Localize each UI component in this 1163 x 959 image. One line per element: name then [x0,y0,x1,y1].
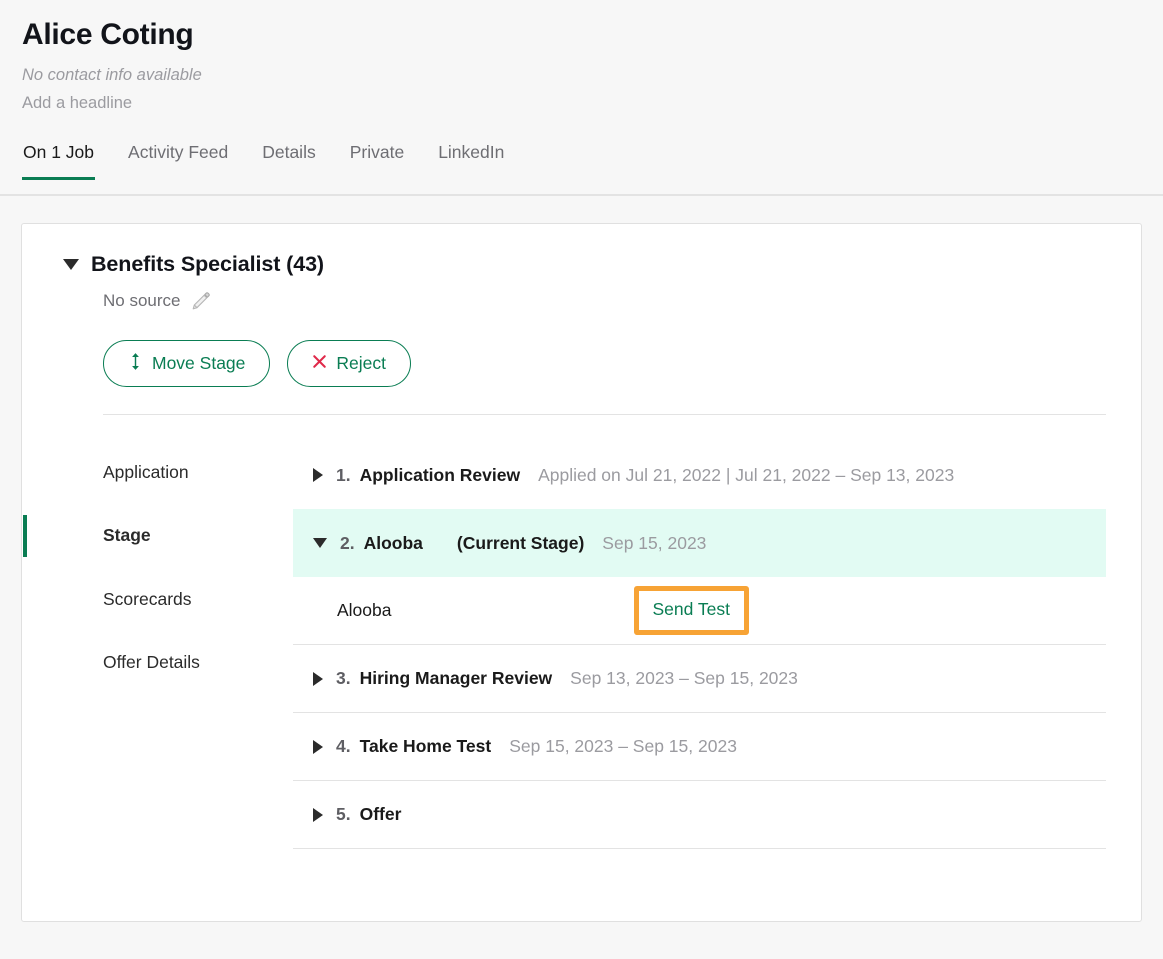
stage-name: Alooba [363,532,423,553]
job-title: Benefits Specialist (43) [91,252,324,276]
job-source-label: No source [103,291,181,310]
close-x-icon [312,353,327,374]
stage-row[interactable]: 3. Hiring Manager Review Sep 13, 2023 – … [293,645,1106,713]
current-stage-badge: (Current Stage) [456,532,585,553]
reject-label: Reject [336,352,386,373]
add-headline-link[interactable]: Add a headline [22,91,1163,116]
move-stage-label: Move Stage [152,352,246,373]
stage-number: 5. [336,804,351,824]
tab-list: On 1 Job Activity Feed Details Private L… [22,142,1163,196]
profile-tabbar: On 1 Job Activity Feed Details Private L… [0,142,1163,196]
caret-down-icon[interactable] [63,259,79,270]
stage-number: 2. [340,532,355,553]
tab-linkedin[interactable]: LinkedIn [437,142,505,180]
pencil-icon[interactable] [190,290,212,312]
caret-right-icon[interactable] [313,807,323,822]
interview-row: Alooba Send Test [293,577,1106,645]
stage-name: Hiring Manager Review [359,668,553,688]
tab-details[interactable]: Details [261,142,317,180]
send-test-highlight: Send Test [633,586,750,635]
caret-right-icon[interactable] [313,468,323,482]
send-test-button[interactable]: Send Test [633,586,750,635]
job-source-row: No source [22,290,1141,312]
move-vertical-arrows-icon [128,352,143,376]
job-title-row: Benefits Specialist (43) [22,252,1141,277]
stage-row[interactable]: 1. Application Review Applied on Jul 21,… [293,441,1106,509]
caret-down-icon[interactable] [313,538,327,548]
sidebar-item-stage[interactable]: Stage [22,512,293,559]
reject-button[interactable]: Reject [287,340,411,387]
sidebar-item-application[interactable]: Application [22,449,293,496]
profile-header: Alice Coting No contact info available A… [0,0,1163,116]
tab-activity-feed[interactable]: Activity Feed [127,142,229,180]
caret-right-icon[interactable] [313,671,323,686]
stage-number: 4. [336,736,351,756]
sidebar-item-scorecards[interactable]: Scorecards [22,576,293,623]
job-card-inner: Benefits Specialist (43) No source Move … [22,224,1141,849]
card-divider [103,414,1106,415]
contact-info-text: No contact info available [22,65,202,84]
stage-number: 3. [336,668,351,688]
sidebar-item-offer-details[interactable]: Offer Details [22,639,293,686]
stage-dates: Sep 15, 2023 – Sep 15, 2023 [509,736,737,756]
stage-dates: Sep 13, 2023 – Sep 15, 2023 [570,668,798,688]
stage-row[interactable]: 5. Offer [293,781,1106,849]
stage-name: Offer [359,804,402,824]
job-action-row: Move Stage Reject [22,340,1141,387]
caret-right-icon[interactable] [313,739,323,754]
interview-name: Alooba [337,600,392,620]
job-card: Benefits Specialist (43) No source Move … [21,223,1142,922]
tab-private[interactable]: Private [349,142,405,180]
stage-name: Take Home Test [359,736,492,756]
stage-number: 1. [336,464,351,485]
stage-dates: Applied on Jul 21, 2022 | Jul 21, 2022 –… [538,464,955,485]
tab-on-1-job[interactable]: On 1 Job [22,142,96,180]
stage-name: Application Review [359,464,521,485]
move-stage-button[interactable]: Move Stage [103,340,271,387]
job-side-nav: Application Stage Scorecards Offer Detai… [22,441,293,849]
stage-dates: Sep 15, 2023 [602,532,707,553]
candidate-name: Alice Coting [22,18,194,51]
job-card-body: Application Stage Scorecards Offer Detai… [22,441,1141,849]
stage-row-current[interactable]: 2. Alooba (Current Stage) Sep 15, 2023 [293,509,1106,577]
stage-row[interactable]: 4. Take Home Test Sep 15, 2023 – Sep 15,… [293,713,1106,781]
stage-list: 1. Application Review Applied on Jul 21,… [293,441,1141,849]
